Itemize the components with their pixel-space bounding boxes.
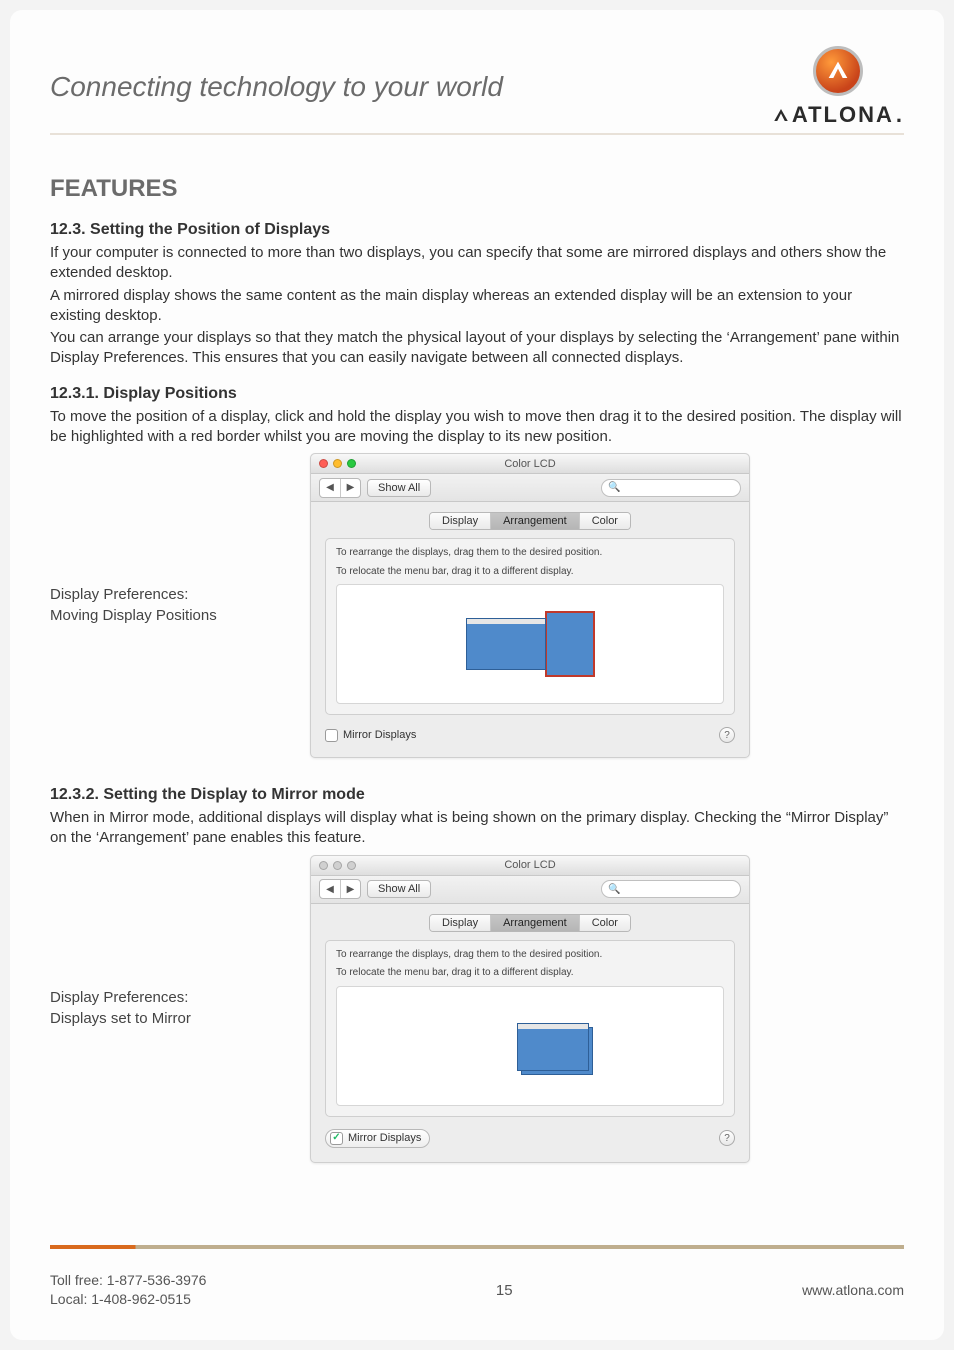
para-12-3-1: To move the position of a display, click… <box>50 407 904 448</box>
nav-forward-icon[interactable]: ▶ <box>340 880 360 898</box>
section-title-features: FEATURES <box>50 175 904 203</box>
screenshot-display-prefs-moving: Color LCD ◀ ▶ Show All 🔍 Display Arrange… <box>310 453 750 758</box>
search-icon: 🔍 <box>608 482 620 493</box>
heading-12-3-1: 12.3.1. Display Positions <box>50 385 904 403</box>
heading-12-3: 12.3. Setting the Position of Displays <box>50 221 904 239</box>
arrangement-canvas[interactable] <box>336 584 724 704</box>
checkbox-unchecked-icon[interactable] <box>325 729 338 742</box>
arrangement-canvas[interactable] <box>336 986 724 1106</box>
footer-accent <box>50 1245 904 1249</box>
tab-color[interactable]: Color <box>579 513 630 529</box>
header-tagline: Connecting technology to your world <box>50 71 503 103</box>
panel-instruction-1: To rearrange the displays, drag them to … <box>336 547 724 560</box>
show-all-button[interactable]: Show All <box>367 479 431 497</box>
panel-instruction-1: To rearrange the displays, drag them to … <box>336 949 724 962</box>
show-all-button[interactable]: Show All <box>367 880 431 898</box>
page-number: 15 <box>206 1282 802 1299</box>
tab-color[interactable]: Color <box>579 915 630 931</box>
mirror-displays-label: Mirror Displays <box>343 729 416 741</box>
brand-name: ATLONA <box>792 102 894 128</box>
nav-back-icon[interactable]: ◀ <box>320 479 340 497</box>
brand-wordmark: ATLONA. <box>772 102 904 128</box>
search-input[interactable]: 🔍 <box>601 880 741 898</box>
brand-logo: ATLONA. <box>772 46 904 128</box>
figure-caption-1: Display Preferences: Moving Display Posi… <box>50 585 280 626</box>
footer-url: www.atlona.com <box>802 1282 904 1298</box>
nav-back-forward[interactable]: ◀ ▶ <box>319 879 361 899</box>
fig1-line1: Display Preferences: <box>50 585 280 605</box>
search-icon: 🔍 <box>608 884 620 895</box>
nav-forward-icon[interactable]: ▶ <box>340 479 360 497</box>
figure-caption-2: Display Preferences: Displays set to Mir… <box>50 988 280 1029</box>
tab-arrangement[interactable]: Arrangement <box>490 915 579 931</box>
nav-back-forward[interactable]: ◀ ▶ <box>319 478 361 498</box>
help-button[interactable]: ? <box>719 1130 735 1146</box>
window-title: Color LCD <box>311 859 749 871</box>
brand-mark-icon <box>813 46 863 96</box>
display-primary[interactable] <box>517 1023 589 1071</box>
checkbox-checked-icon[interactable] <box>330 1132 343 1145</box>
footer-local: Local: 1-408-962-0515 <box>50 1290 206 1310</box>
mirror-displays-label: Mirror Displays <box>348 1132 421 1144</box>
heading-12-3-2: 12.3.2. Setting the Display to Mirror mo… <box>50 786 904 804</box>
para-12-3-b: A mirrored display shows the same conten… <box>50 286 904 327</box>
tab-arrangement[interactable]: Arrangement <box>490 513 579 529</box>
tabs-segmented[interactable]: Display Arrangement Color <box>429 914 631 932</box>
help-button[interactable]: ? <box>719 727 735 743</box>
tabs-segmented[interactable]: Display Arrangement Color <box>429 512 631 530</box>
fig2-line1: Display Preferences: <box>50 988 280 1008</box>
panel-instruction-2: To relocate the menu bar, drag it to a d… <box>336 967 724 980</box>
panel-instruction-2: To relocate the menu bar, drag it to a d… <box>336 566 724 579</box>
display-primary[interactable] <box>466 618 546 670</box>
tab-display[interactable]: Display <box>430 513 490 529</box>
footer-tollfree: Toll free: 1-877-536-3976 <box>50 1271 206 1291</box>
window-title: Color LCD <box>311 458 749 470</box>
tab-display[interactable]: Display <box>430 915 490 931</box>
fig2-line2: Displays set to Mirror <box>50 1009 280 1029</box>
search-input[interactable]: 🔍 <box>601 479 741 497</box>
mirror-displays-checkbox[interactable]: Mirror Displays <box>325 729 416 742</box>
screenshot-display-prefs-mirror: Color LCD ◀ ▶ Show All 🔍 Display Arrange… <box>310 855 750 1163</box>
nav-back-icon[interactable]: ◀ <box>320 880 340 898</box>
footer-contact: Toll free: 1-877-536-3976 Local: 1-408-9… <box>50 1271 206 1310</box>
fig1-line2: Moving Display Positions <box>50 606 280 626</box>
para-12-3-c: You can arrange your displays so that th… <box>50 328 904 369</box>
display-secondary-selected[interactable] <box>545 611 595 677</box>
mirror-displays-checkbox[interactable]: Mirror Displays <box>325 1129 430 1148</box>
para-12-3-2: When in Mirror mode, additional displays… <box>50 808 904 849</box>
para-12-3-a: If your computer is connected to more th… <box>50 243 904 284</box>
